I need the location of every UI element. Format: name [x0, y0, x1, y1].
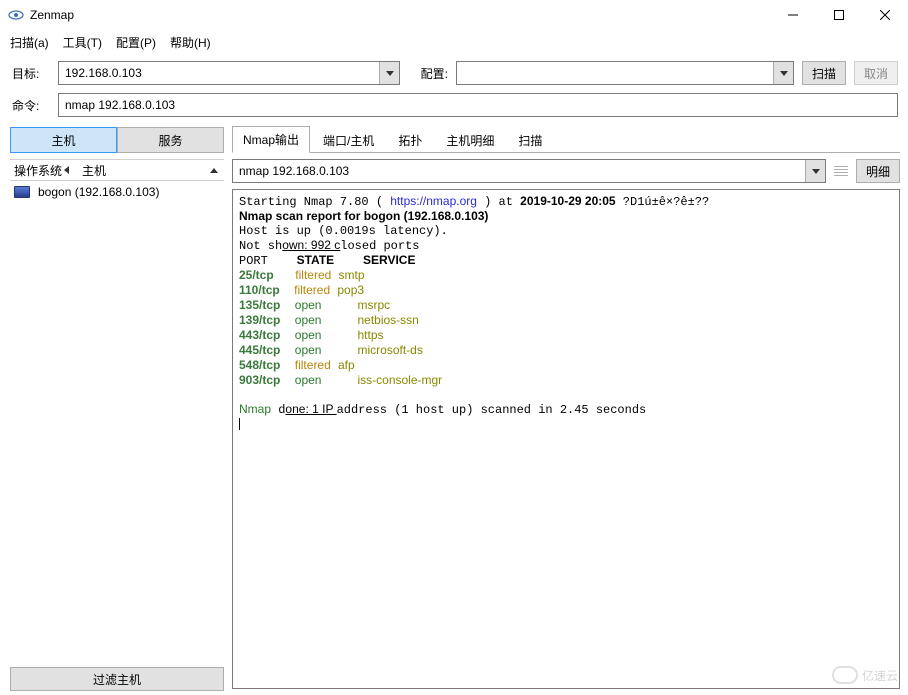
sort-left-icon — [64, 166, 69, 174]
output-toolbar: 明细 — [232, 159, 900, 183]
left-tabs: 主机 服务 — [10, 127, 224, 153]
profile-label: 配置: — [408, 65, 448, 82]
scan-button[interactable]: 扫描 — [802, 61, 846, 85]
menu-config[interactable]: 配置(P) — [116, 34, 156, 51]
tab-services[interactable]: 服务 — [117, 127, 224, 153]
profile-input[interactable] — [456, 61, 794, 85]
col-host[interactable]: 主机 — [78, 162, 224, 179]
chevron-down-icon — [386, 71, 394, 76]
window-title: Zenmap — [30, 8, 770, 22]
tab-topology[interactable]: 拓扑 — [387, 127, 433, 153]
target-row: 目标: 配置: 扫描 取消 — [0, 57, 908, 89]
tab-nmap-output[interactable]: Nmap输出 — [232, 126, 310, 153]
output-tabs: Nmap输出 端口/主机 拓扑 主机明细 扫描 — [232, 127, 900, 153]
output-scan-combo[interactable] — [232, 159, 826, 183]
close-button[interactable] — [862, 0, 908, 29]
chevron-down-icon — [780, 71, 788, 76]
menu-help[interactable]: 帮助(H) — [170, 34, 211, 51]
view-options-button[interactable] — [832, 160, 850, 182]
minimize-button[interactable] — [770, 0, 816, 29]
profile-dropdown-button[interactable] — [773, 62, 793, 84]
sort-up-icon — [210, 168, 218, 173]
chevron-down-icon — [812, 169, 820, 174]
window-controls — [770, 0, 908, 29]
left-pane: 主机 服务 操作系统 主机 bogon (192.168.0.103) 过滤主机 — [0, 121, 228, 695]
right-pane: Nmap输出 端口/主机 拓扑 主机明细 扫描 明细 Starting Nmap… — [228, 121, 908, 695]
host-list: bogon (192.168.0.103) — [10, 181, 224, 663]
host-list-header: 操作系统 主机 — [10, 159, 224, 181]
titlebar: Zenmap — [0, 0, 908, 30]
target-dropdown-button[interactable] — [379, 62, 399, 84]
menu-tools[interactable]: 工具(T) — [63, 34, 102, 51]
profile-combo[interactable] — [456, 61, 794, 85]
filter-hosts-button[interactable]: 过滤主机 — [10, 667, 224, 691]
nmap-output[interactable]: Starting Nmap 7.80 ( https://nmap.org ) … — [232, 189, 900, 689]
command-input[interactable] — [58, 93, 898, 117]
col-os[interactable]: 操作系统 — [10, 162, 78, 179]
os-icon — [14, 186, 30, 198]
cancel-button[interactable]: 取消 — [854, 61, 898, 85]
target-input[interactable] — [58, 61, 400, 85]
maximize-button[interactable] — [816, 0, 862, 29]
main-body: 主机 服务 操作系统 主机 bogon (192.168.0.103) 过滤主机… — [0, 121, 908, 695]
command-row: 命令: — [0, 89, 908, 121]
watermark: 亿速云 — [832, 666, 898, 684]
menubar: 扫描(a) 工具(T) 配置(P) 帮助(H) — [0, 30, 908, 57]
app-icon — [8, 7, 24, 23]
tab-scans[interactable]: 扫描 — [507, 127, 553, 153]
command-label: 命令: — [10, 97, 50, 114]
tab-host-detail[interactable]: 主机明细 — [435, 127, 505, 153]
tab-hosts[interactable]: 主机 — [10, 127, 117, 153]
tab-ports[interactable]: 端口/主机 — [312, 127, 385, 153]
detail-button[interactable]: 明细 — [856, 159, 900, 183]
target-label: 目标: — [10, 65, 50, 82]
host-name: bogon (192.168.0.103) — [38, 185, 159, 199]
host-row[interactable]: bogon (192.168.0.103) — [10, 181, 224, 203]
output-scan-dropdown-button[interactable] — [805, 160, 825, 182]
output-scan-input[interactable] — [232, 159, 826, 183]
target-combo[interactable] — [58, 61, 400, 85]
cloud-icon — [832, 666, 858, 684]
menu-scan[interactable]: 扫描(a) — [10, 34, 49, 51]
